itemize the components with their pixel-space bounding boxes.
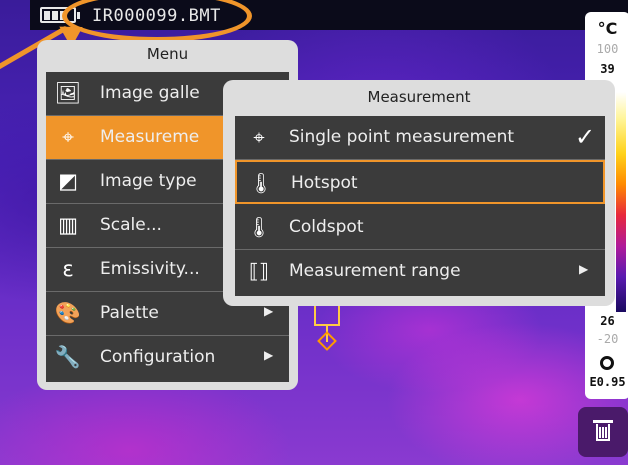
hotspot-icon: 🌡 (248, 171, 274, 195)
scale-unit: °C (597, 19, 618, 38)
submenu-item-hotspot[interactable]: 🌡 Hotspot (235, 160, 605, 204)
checkmark-icon: ✓ (575, 123, 596, 151)
scale-icon: ▥ (58, 213, 78, 237)
submenu-list: ⌖ Single point measurement ✓ 🌡 Hotspot 🌡… (235, 116, 605, 296)
delete-button[interactable] (578, 407, 628, 457)
emissivity-value: E0.95 (589, 375, 626, 389)
auto-range-icon (600, 356, 614, 370)
scale-bottom-value: 26 (600, 314, 615, 328)
measurement-submenu: Measurement ⌖ Single point measurement ✓… (223, 80, 615, 306)
image-type-icon: ◩ (58, 169, 78, 193)
image-gallery-icon: 🖼 (54, 81, 82, 105)
scale-range-max: 100 (596, 42, 619, 56)
menu-item-label: Emissivity... (100, 259, 200, 279)
measurement-icon: ⌖ (62, 125, 74, 149)
chevron-right-icon: ▶ (264, 348, 274, 362)
menu-item-label: Image galle (100, 83, 200, 103)
menu-item-label: Image type (100, 171, 197, 191)
submenu-item-label: Coldspot (289, 217, 364, 237)
color-scale-bar (616, 92, 626, 312)
coldspot-icon: 🌡 (246, 215, 272, 239)
submenu-item-coldspot[interactable]: 🌡 Coldspot (235, 206, 605, 250)
submenu-item-label: Measurement range (289, 261, 461, 281)
emissivity-icon: ε (62, 257, 74, 281)
single-point-icon: ⌖ (253, 125, 265, 149)
scale-top-value: 39 (600, 62, 615, 76)
measurement-range-icon: ⟦⟧ (249, 259, 269, 283)
wrench-icon: 🔧 (54, 345, 82, 369)
trash-icon (593, 420, 613, 423)
menu-item-label: Palette (100, 303, 159, 323)
menu-title: Menu (146, 45, 189, 63)
submenu-item-label: Single point measurement (289, 127, 515, 147)
submenu-item-measurement-range[interactable]: ⟦⟧ Measurement range ▶ (235, 250, 605, 294)
menu-item-label: Configuration (100, 347, 216, 367)
submenu-item-label: Hotspot (291, 173, 358, 193)
menu-item-label: Measureme (100, 127, 200, 147)
chevron-right-icon: ▶ (264, 304, 274, 318)
palette-icon: 🎨 (54, 301, 82, 325)
scale-range-min: -20 (596, 332, 619, 346)
menu-item-label: Scale... (100, 215, 162, 235)
menu-item-configuration[interactable]: 🔧 Configuration ▶ (46, 336, 289, 380)
submenu-item-single-point[interactable]: ⌖ Single point measurement ✓ (235, 116, 605, 160)
chevron-right-icon: ▶ (579, 262, 589, 276)
submenu-title: Measurement (367, 88, 471, 106)
